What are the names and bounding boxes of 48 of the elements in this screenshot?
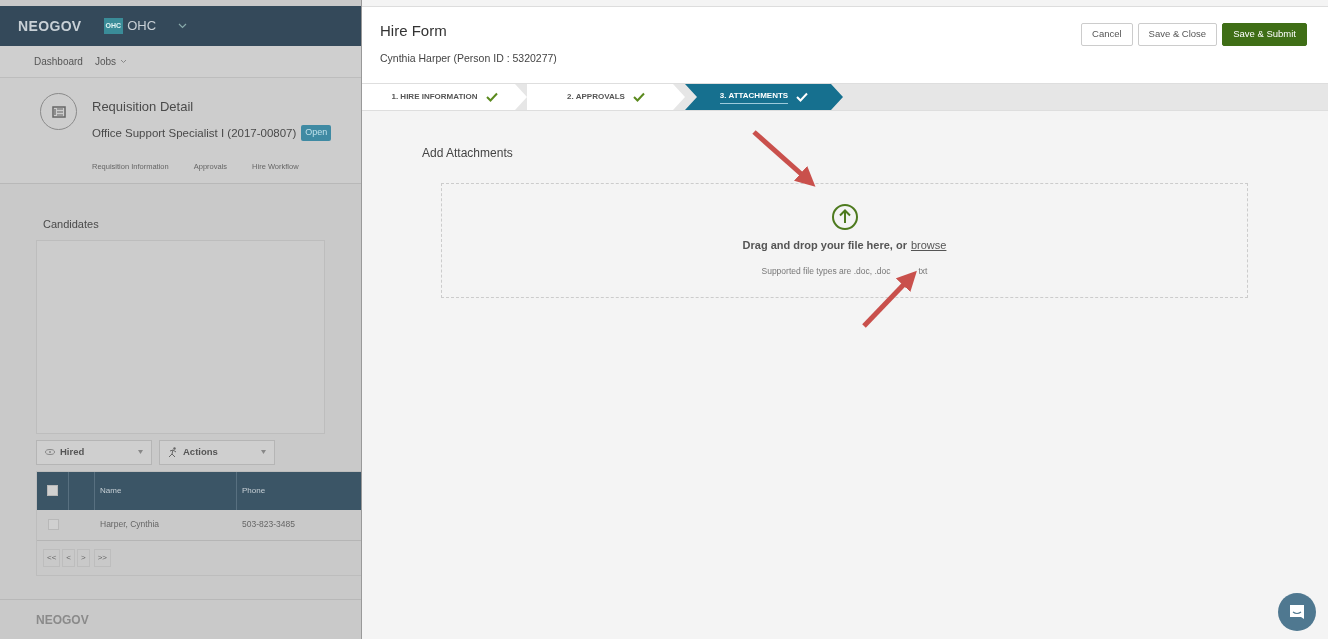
- actions-dropdown[interactable]: Actions: [159, 439, 275, 465]
- pager-button[interactable]: <: [62, 548, 75, 567]
- eye-icon: [45, 449, 55, 455]
- browse-link[interactable]: browse: [910, 237, 947, 254]
- pager-button[interactable]: >>: [93, 548, 112, 567]
- requisition-name: Office Support Specialist I (2017-00807): [92, 125, 297, 141]
- step-tab[interactable]: 1. HIRE INFORMATION: [362, 84, 527, 110]
- column-header: Name: [100, 484, 122, 497]
- checkbox[interactable]: [47, 519, 59, 530]
- checkbox[interactable]: [47, 485, 58, 496]
- chat-icon: [1289, 604, 1305, 620]
- step-tab[interactable]: 2. APPROVALS: [527, 84, 685, 110]
- pager-button[interactable]: >: [77, 548, 90, 567]
- chevron-down-icon[interactable]: [178, 23, 187, 29]
- form-subtitle: Cynthia Harper (Person ID : 5320277): [380, 51, 558, 66]
- nav-link[interactable]: Dashboard: [34, 54, 83, 69]
- check-icon: [796, 92, 809, 102]
- section-title: Add Attachments: [422, 145, 514, 162]
- nav-link[interactable]: Jobs: [94, 54, 128, 69]
- page-title: Requisition Detail: [92, 98, 195, 116]
- chat-button[interactable]: [1278, 593, 1316, 631]
- footer-logo: NEOGOV: [36, 611, 89, 629]
- secondary-button[interactable]: Save & Close: [1137, 23, 1218, 46]
- file-types-hint: Supported file types are .doc, .doc: [761, 264, 891, 278]
- upload-icon: [830, 203, 859, 231]
- caret-icon: [138, 450, 143, 454]
- filter-dropdown[interactable]: Hired: [36, 439, 152, 465]
- section-title: Candidates: [43, 217, 100, 232]
- secondary-button[interactable]: Cancel: [1081, 23, 1133, 46]
- brand-logo: NEOGOV: [18, 16, 82, 36]
- file-drop-zone[interactable]: Drag and drop your file here, or browse Supported file types are .doc, .doc txt: [441, 183, 1248, 298]
- table-cell-text: Harper, Cynthia: [99, 518, 161, 531]
- status-badge: Open: [301, 125, 332, 141]
- drop-instructions: Drag and drop your file here, or: [742, 238, 907, 253]
- table-cell-text: 503-823-3485: [241, 518, 296, 531]
- column-header: Phone: [242, 484, 266, 497]
- check-icon: [632, 92, 645, 102]
- form-title: Hire Form: [380, 23, 448, 38]
- check-icon: [485, 92, 498, 102]
- caret-icon: [261, 450, 266, 454]
- running-figure-icon: [168, 446, 178, 458]
- org-name: OHC: [127, 17, 156, 36]
- annotation-arrow: [752, 130, 816, 187]
- step-tab[interactable]: 3. ATTACHMENTS: [685, 84, 843, 110]
- chevron-down-icon: [120, 59, 128, 64]
- pager-button[interactable]: <<: [43, 548, 61, 567]
- submit-button[interactable]: Save & Submit: [1222, 23, 1307, 46]
- file-types-hint: txt: [918, 264, 928, 278]
